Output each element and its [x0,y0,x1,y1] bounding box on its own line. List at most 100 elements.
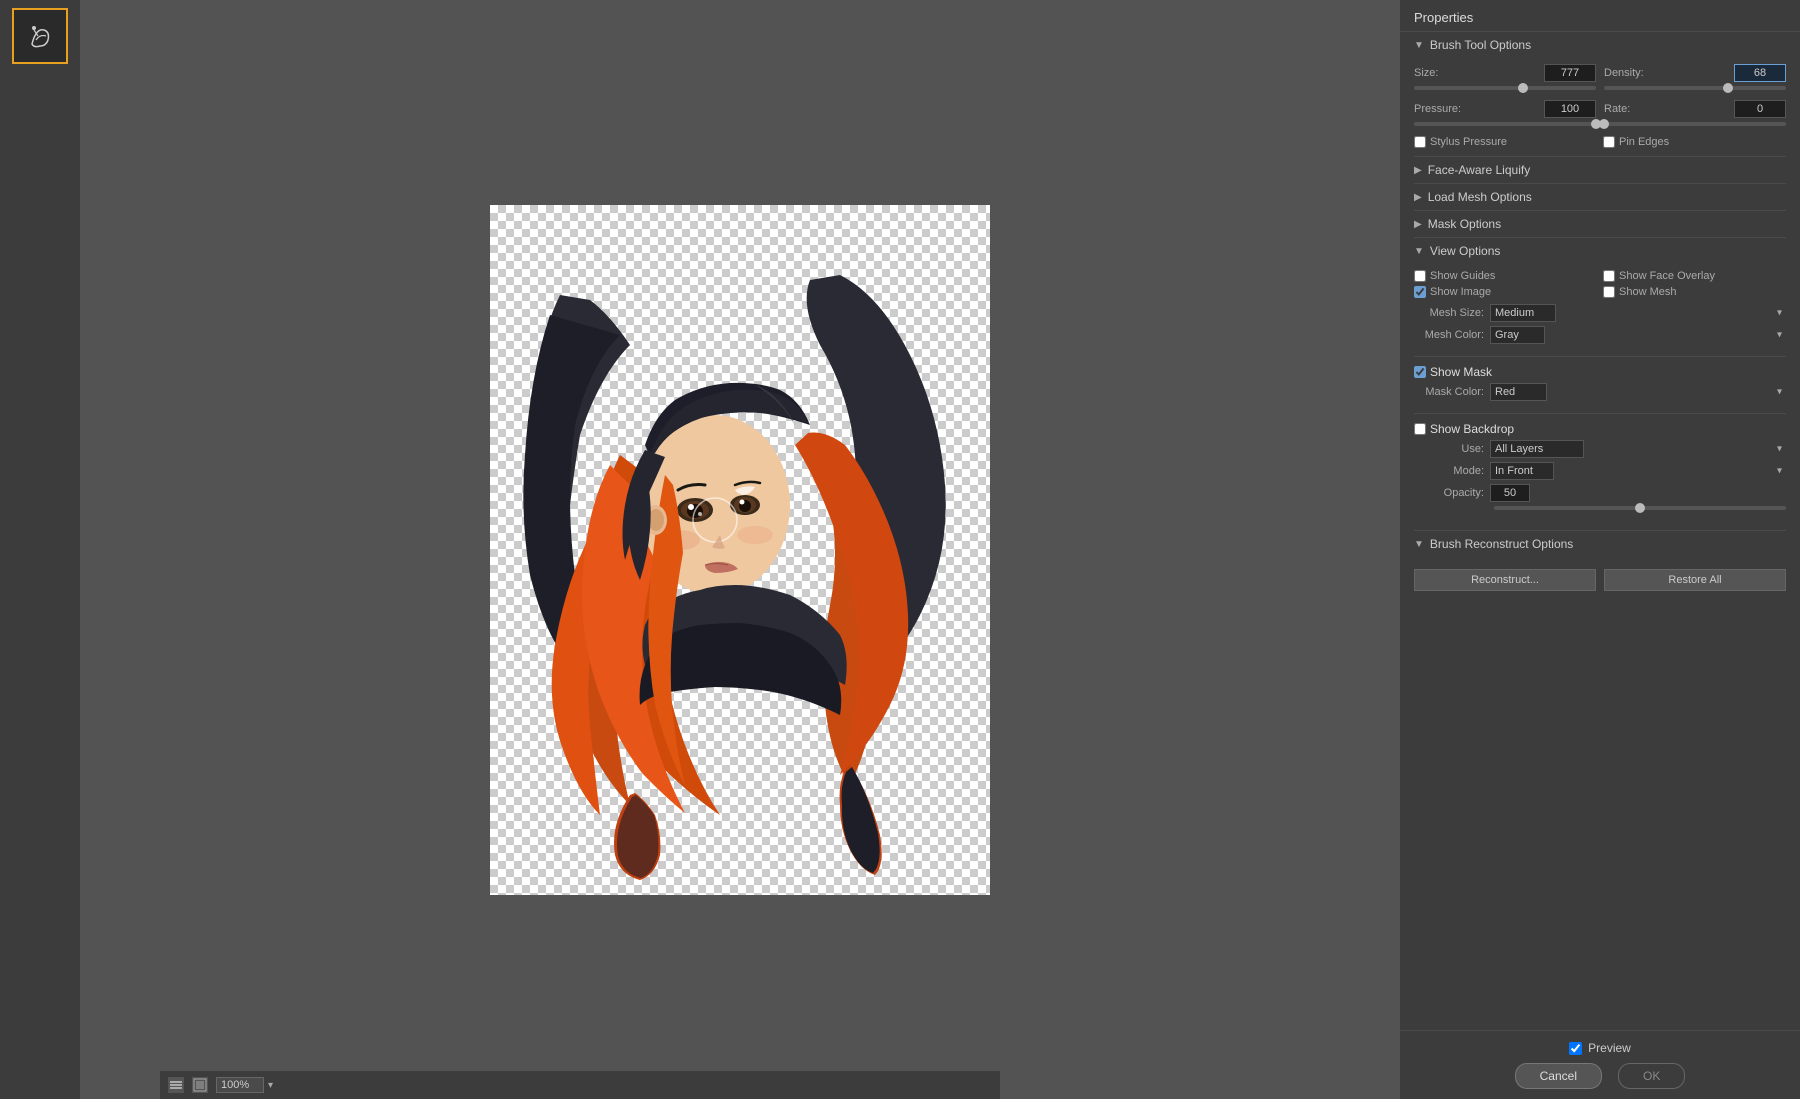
show-guides-label: Show Guides [1430,270,1495,282]
show-backdrop-checkbox[interactable] [1414,423,1426,435]
show-mesh-checkbox[interactable] [1603,286,1615,298]
view-options-content: Show Guides Show Face Overlay Show Image [1400,264,1800,356]
brush-tool-title: Brush Tool Options [1430,38,1531,52]
rate-label: Rate: [1604,103,1630,115]
preview-row: Preview [1414,1041,1786,1055]
canvas-icon[interactable] [192,1077,208,1093]
stylus-pressure-row: Stylus Pressure [1414,136,1597,148]
reconstruct-header[interactable]: ▼ Brush Reconstruct Options [1400,531,1800,557]
liquify-brush-tool[interactable] [12,8,68,64]
density-slider-thumb[interactable] [1723,83,1733,93]
layer-icon[interactable] [168,1077,184,1093]
mask-color-label: Mask Color: [1414,386,1484,398]
face-aware-arrow: ▶ [1414,165,1422,176]
rate-input[interactable] [1734,100,1786,118]
size-label: Size: [1414,67,1438,79]
mask-options-header[interactable]: ▶ Mask Options [1400,211,1800,237]
show-image-checkbox[interactable] [1414,286,1426,298]
show-backdrop-row: Show Backdrop [1414,422,1786,436]
brush-tool-content: Size: Density: [1400,58,1800,156]
ok-button[interactable]: OK [1618,1063,1685,1089]
panel-body: ▼ Brush Tool Options Size: [1400,32,1800,1030]
show-guides-checkbox[interactable] [1414,270,1426,282]
mesh-size-row: Mesh Size: Medium Small Large [1414,304,1786,322]
show-guides-row: Show Guides [1414,270,1597,282]
face-aware-title: Face-Aware Liquify [1428,163,1531,177]
rate-slider-thumb[interactable] [1599,119,1609,129]
show-mask-row: Show Mask [1414,365,1786,379]
mask-options-arrow: ▶ [1414,219,1422,230]
brush-tool-options-header[interactable]: ▼ Brush Tool Options [1400,32,1800,58]
show-backdrop-section: Show Backdrop Use: All Layers Current La… [1400,414,1800,530]
pressure-column: Pressure: [1414,100,1596,132]
view-options-header[interactable]: ▼ View Options [1400,238,1800,264]
left-tool-panel [0,0,80,1099]
right-properties-panel: Properties ▼ Brush Tool Options Size: [1400,0,1800,1099]
mask-color-select[interactable]: Red Green Blue [1490,383,1547,401]
opacity-slider-thumb[interactable] [1635,503,1645,513]
stylus-pressure-checkbox[interactable] [1414,136,1426,148]
panel-title: Properties [1400,0,1800,32]
mask-options-title: Mask Options [1428,217,1501,231]
face-aware-header[interactable]: ▶ Face-Aware Liquify [1400,157,1800,183]
show-image-row: Show Image [1414,286,1597,298]
load-mesh-header[interactable]: ▶ Load Mesh Options [1400,184,1800,210]
panel-footer: Preview Cancel OK [1400,1030,1800,1099]
view-options-arrow: ▼ [1414,246,1424,257]
mesh-color-row: Mesh Color: Gray Black White Red [1414,326,1786,344]
density-input[interactable] [1734,64,1786,82]
density-label: Density: [1604,67,1644,79]
pressure-input[interactable] [1544,100,1596,118]
mesh-size-select[interactable]: Medium Small Large [1490,304,1556,322]
show-face-overlay-checkbox[interactable] [1603,270,1615,282]
load-mesh-arrow: ▶ [1414,192,1422,203]
density-column: Density: [1604,64,1786,96]
preview-checkbox[interactable] [1569,1042,1582,1055]
mesh-color-select[interactable]: Gray Black White Red [1490,326,1545,344]
opacity-slider-track[interactable] [1494,506,1786,510]
backdrop-use-label: Use: [1414,443,1484,455]
cancel-button[interactable]: Cancel [1515,1063,1602,1089]
rate-column: Rate: [1604,100,1786,132]
view-options-title: View Options [1430,244,1500,258]
backdrop-mode-row: Mode: In Front Behind Blend [1414,462,1786,480]
pin-edges-label: Pin Edges [1619,136,1669,148]
size-input[interactable] [1544,64,1596,82]
pressure-slider-track[interactable] [1414,122,1596,126]
zoom-value: 100% [216,1077,264,1093]
reconstruct-button[interactable]: Reconstruct... [1414,569,1596,591]
show-mesh-label: Show Mesh [1619,286,1676,298]
mask-color-row: Mask Color: Red Green Blue [1414,383,1786,401]
show-image-label: Show Image [1430,286,1491,298]
preview-label: Preview [1588,1041,1631,1055]
mesh-color-label: Mesh Color: [1414,329,1484,341]
size-slider-thumb[interactable] [1518,83,1528,93]
show-mesh-row: Show Mesh [1603,286,1786,298]
size-column: Size: [1414,64,1596,96]
canvas-area: 100% ▾ [80,0,1400,1099]
backdrop-use-select[interactable]: All Layers Current Layer [1490,440,1584,458]
pin-edges-row: Pin Edges [1603,136,1786,148]
reconstruct-content: Reconstruct... Restore All [1400,557,1800,599]
show-backdrop-label: Show Backdrop [1430,422,1514,436]
size-slider-track[interactable] [1414,86,1596,90]
rate-slider-track[interactable] [1604,122,1786,126]
pin-edges-checkbox[interactable] [1603,136,1615,148]
zoom-control[interactable]: 100% ▾ [216,1077,273,1093]
show-face-overlay-label: Show Face Overlay [1619,270,1715,282]
stylus-pressure-label: Stylus Pressure [1430,136,1507,148]
backdrop-opacity-input[interactable] [1490,484,1530,502]
show-face-overlay-row: Show Face Overlay [1603,270,1786,282]
action-buttons: Cancel OK [1414,1063,1786,1089]
zoom-dropdown-icon[interactable]: ▾ [268,1080,273,1091]
density-slider-track[interactable] [1604,86,1786,90]
backdrop-opacity-label: Opacity: [1414,487,1484,499]
backdrop-mode-select[interactable]: In Front Behind Blend [1490,462,1554,480]
canvas-container[interactable] [490,205,990,895]
panel-title-text: Properties [1414,10,1473,25]
status-bar: 100% ▾ [160,1071,1000,1099]
show-mask-label: Show Mask [1430,365,1492,379]
restore-all-button[interactable]: Restore All [1604,569,1786,591]
show-mask-checkbox[interactable] [1414,366,1426,378]
artwork-illustration [490,205,990,895]
